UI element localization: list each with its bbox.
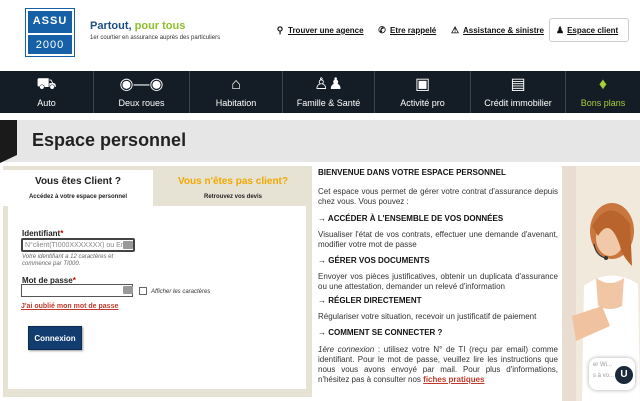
show-password-checkbox[interactable] [139,287,147,295]
family-icon: ♙♟ [314,76,343,93]
espace-client-button[interactable]: ♟ Espace client [549,18,629,42]
nav-item-credit-immobilier[interactable]: ▤ Crédit immobilier [470,71,565,113]
keyboard-icon[interactable] [123,241,133,249]
password-input[interactable] [21,284,133,297]
warning-icon: ⚠ [450,25,460,35]
info-connexion-text: 1ère connexion : utilisez votre N° de TI… [318,345,558,384]
find-agency-link[interactable]: ⚲ Trouver une agence [275,25,364,36]
info-intro: Cet espace vous permet de gérer votre co… [318,187,558,206]
chart-icon: ▤ [510,76,526,93]
tab-non-client[interactable]: Vous n'êtes pas client? Retrouvez vos de… [158,170,308,204]
nav-item-auto[interactable]: ⛟ Auto [0,71,93,113]
phone-icon: ✆ [378,25,386,35]
logo-text-top: ASSU [32,15,68,27]
connexion-button[interactable]: Connexion [28,326,82,350]
tagline: Partout, pour tous [90,20,186,32]
identifiant-input[interactable]: N°client(TI000XXXXXXX) ou Email [21,238,135,252]
bookmark-mark [0,120,17,163]
nav-item-activite-pro[interactable]: ▣ Activité pro [374,71,470,113]
user-icon: ♟ [556,25,565,35]
nav-item-habitation[interactable]: ⌂ Habitation [189,71,282,113]
identifiant-hint: Votre identifiant a 12 caractères et com… [22,254,114,267]
house-icon: ⌂ [231,76,241,93]
forgot-password-link[interactable]: J'ai oublié mon mot de passe [21,303,118,310]
subtagline: 1er courtier en assurance auprès des par… [90,35,221,41]
nav-item-famille-sante[interactable]: ♙♟ Famille & Santé [282,71,374,113]
info-section-title: → GÉRER VOS DOCUMENTS [318,256,430,265]
tab-client[interactable]: Vous êtes Client ? Accédez à votre espac… [3,170,153,206]
chat-avatar-icon: U [615,366,633,384]
briefcase-icon: ▣ [414,76,431,93]
callback-link[interactable]: ✆ Etre rappelé [377,25,436,36]
car-icon: ⛟ [36,76,57,93]
nav-item-deux-roues[interactable]: ◉—◉ Deux roues [93,71,189,113]
fiches-pratiques-link[interactable]: fiches pratiques [423,375,484,384]
page-title-band: Espace personnel [0,120,640,163]
identifiant-label: Identifiant* [22,229,64,238]
info-section-title: → ACCÉDER À L'ENSEMBLE DE VOS DONNÉES [318,214,504,223]
main-nav: ⛟ Auto ◉—◉ Deux roues ⌂ Habitation ♙♟ Fa… [0,71,640,113]
nav-item-bons-plans[interactable]: ♦ Bons plans [565,71,640,113]
chat-widget[interactable]: er Wi... s à vo... U [589,358,635,390]
keyboard-icon[interactable] [123,286,133,294]
tag-icon: ♦ [598,76,608,93]
info-welcome: BIENVENUE DANS VOTRE ESPACE PERSONNEL [318,168,506,177]
info-section-title: → RÉGLER DIRECTEMENT [318,296,422,305]
assistance-link[interactable]: ⚠ Assistance & sinistre [450,25,544,36]
page-title: Espace personnel [32,130,187,150]
info-section-text: Envoyer vos pièces justificatives, obten… [318,272,558,291]
map-pin-icon: ⚲ [276,25,284,35]
logo-text-bottom: 2000 [35,39,65,51]
motorbike-icon: ◉—◉ [119,76,164,93]
show-password-label: Afficher les caractères [151,289,211,295]
info-section-text: Visualiser l'état de vos contrats, effec… [318,230,558,249]
assu2000-logo[interactable]: ASSU 2000 [26,9,74,56]
info-section-text: Régulariser votre situation, recevoir un… [318,312,537,321]
info-section-title: → COMMENT SE CONNECTER ? [318,328,443,337]
site-header: ASSU 2000 Partout, pour tous 1er courtie… [0,0,640,56]
